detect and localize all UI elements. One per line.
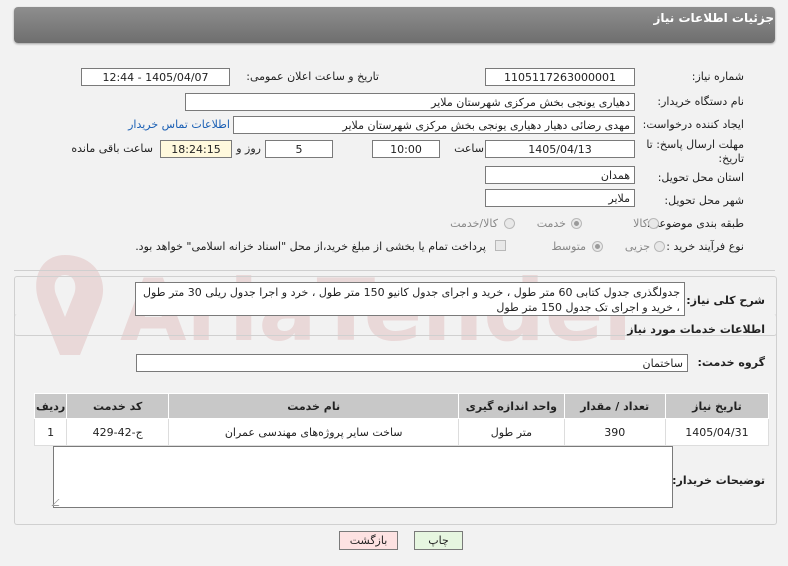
col-unit: واحد اندازه گیری [458,393,565,419]
remaining-time-field: 18:24:15 [160,140,232,158]
buyer-org-field: دهیاری یونجی بخش مرکزی شهرستان ملایر [185,93,635,111]
description-textarea: جدولگذری جدول کتابی 60 متر طول ، خرید و … [135,282,685,316]
service-group-label: گروه خدمت: [697,356,765,369]
category-label: طبقه بندی موضوعی: [646,217,744,230]
deadline-date-field: 1405/04/13 [485,140,635,158]
buyer-notes-label: توضیحات خریدار: [672,474,765,487]
days-label: روز و [236,142,261,155]
col-need-date: تاریخ نیاز [664,393,770,419]
page-title: جزئیات اطلاعات نیاز [653,11,774,25]
process-radio-medium[interactable] [592,241,603,252]
deadline-time-field: 10:00 [372,140,440,158]
city-field: ملایر [485,189,635,207]
category-radio-service[interactable] [571,218,582,229]
services-title: اطلاعات خدمات مورد نیاز [627,323,765,336]
category-option-goods: کالا [633,217,648,230]
city-label: شهر محل تحویل: [664,194,744,207]
print-button[interactable]: چاپ [414,531,463,550]
table-header-row: تاریخ نیاز تعداد / مقدار واحد اندازه گیر… [33,393,770,419]
deadline-label-line2: تاریخ: [718,152,744,165]
back-button[interactable]: بازگشت [339,531,398,550]
days-field: 5 [265,140,333,158]
process-label: نوع فرآیند خرید : [666,240,744,253]
category-option-service: خدمت [536,217,566,230]
cell-service-code: ج-42-429 [66,418,170,446]
creator-label: ایجاد کننده درخواست: [642,118,744,131]
buyer-org-label: نام دستگاه خریدار: [657,95,744,108]
province-label: استان محل تحویل: [657,171,744,184]
process-option-minor: جزیی [624,240,650,253]
services-table: تاریخ نیاز تعداد / مقدار واحد اندازه گیر… [33,393,770,446]
cell-unit: متر طول [458,418,565,446]
category-option-goods-service: کالا/خدمت [450,217,498,230]
cell-need-date: 1405/04/31 [664,418,770,446]
payment-treasury-note: پرداخت تمام یا بخشی از مبلغ خرید،از محل … [135,240,486,253]
announce-field: 1405/04/07 - 12:44 [81,68,230,86]
deadline-time-label: ساعت [454,142,484,155]
cell-service-name: ساخت سایر پروژه‌های مهندسی عمران [168,418,460,446]
section-divider [14,270,775,271]
col-service-code: کد خدمت [66,393,170,419]
remaining-time-label: ساعت باقی مانده [71,142,153,155]
process-option-medium: متوسط [551,240,586,253]
col-quantity: تعداد / مقدار [563,393,666,419]
service-group-field: ساختمان [136,354,688,372]
need-number-label: شماره نیاز: [691,70,744,83]
buyer-contact-link[interactable]: اطلاعات تماس خریدار [128,118,230,131]
payment-treasury-checkbox[interactable] [495,240,506,251]
buyer-notes-textarea[interactable] [51,446,673,508]
resize-handle-icon[interactable] [51,499,66,506]
cell-row-number: 1 [33,418,68,446]
province-field: همدان [485,166,635,184]
table-row: 1405/04/31 390 متر طول ساخت سایر پروژه‌ه… [33,418,770,446]
deadline-label-line1: مهلت ارسال پاسخ: تا [646,138,744,151]
process-radio-minor[interactable] [654,241,665,252]
col-service-name: نام خدمت [168,393,460,419]
category-radio-goods[interactable] [648,218,659,229]
category-radio-goods-service[interactable] [504,218,515,229]
col-row-number: ردیف [33,393,68,419]
announce-label: تاریخ و ساعت اعلان عمومی: [246,70,379,83]
description-label: شرح کلی نیاز: [686,294,765,307]
need-number-field: 1105117263000001 [485,68,635,86]
cell-quantity: 390 [563,418,666,446]
creator-field: مهدی رضائی دهیار دهیاری یونجی بخش مرکزی … [233,116,635,134]
